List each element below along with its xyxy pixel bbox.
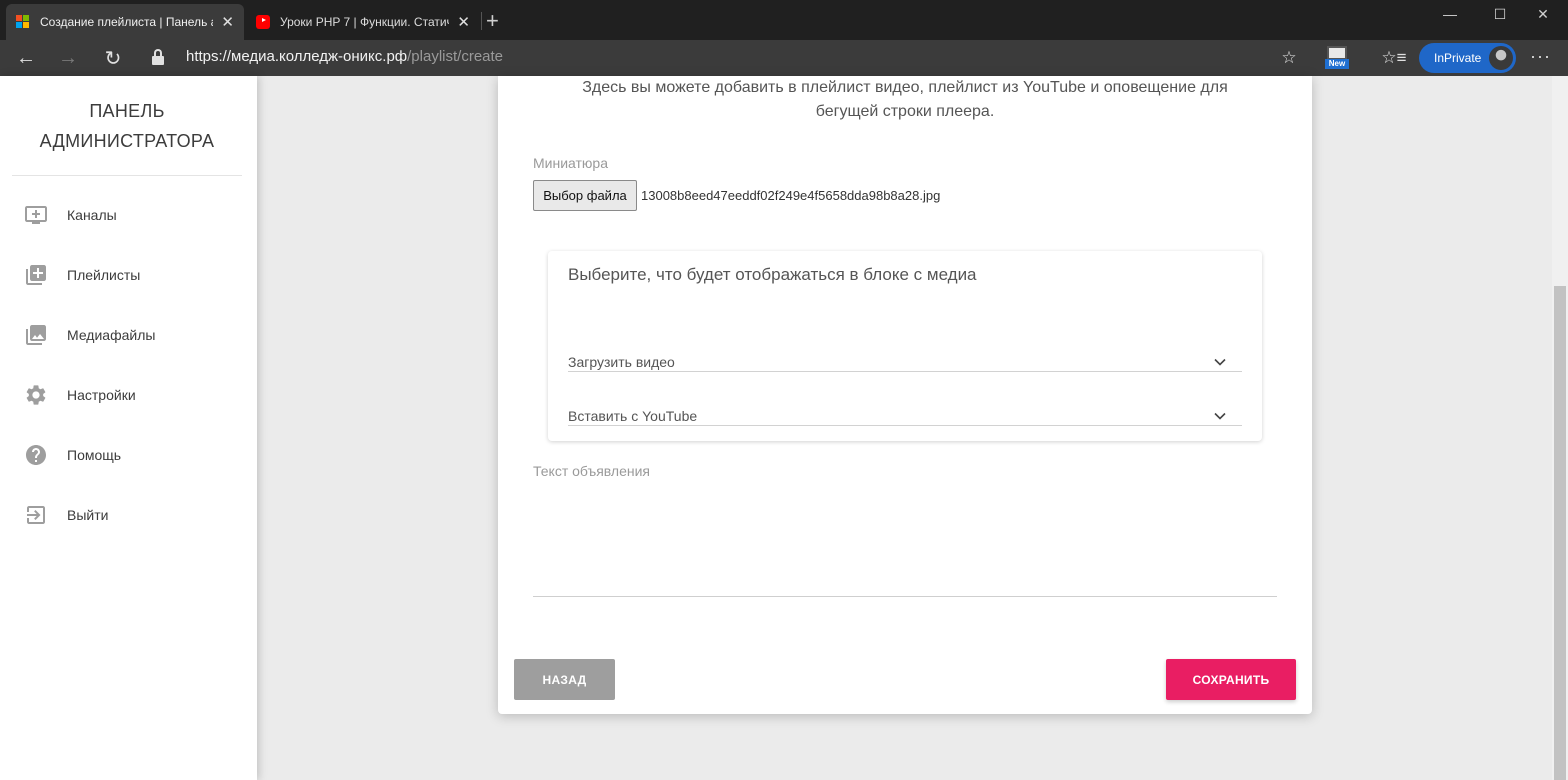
- brand-title: ПАНЕЛЬ АДМИНИСТРАТОРА: [12, 96, 242, 156]
- announcement-label: Текст объявления: [533, 463, 651, 479]
- page-content: ПАНЕЛЬ АДМИНИСТРАТОРА Каналы Плейлисты М…: [0, 76, 1568, 780]
- form-intro: Здесь вы можете добавить в плейлист виде…: [538, 76, 1272, 124]
- sidebar-item-label: Помощь: [67, 447, 122, 463]
- thumbnail-label: Миниатюра: [533, 155, 608, 171]
- scrollbar-thumb[interactable]: [1554, 286, 1566, 780]
- window-close-icon[interactable]: ✕: [1518, 0, 1568, 28]
- brand-line-2: АДМИНИСТРАТОРА: [39, 131, 215, 151]
- extension-new-icon[interactable]: New: [1325, 46, 1349, 70]
- sidebar-item-label: Медиафайлы: [67, 327, 156, 343]
- microsoft-logo-icon: [16, 15, 30, 29]
- tab-php-lessons[interactable]: Уроки PHP 7 | Функции. Статич ✕: [246, 4, 480, 40]
- url-scheme: https://: [186, 48, 232, 65]
- close-tab-icon[interactable]: ✕: [457, 13, 470, 31]
- help-icon: [26, 445, 46, 465]
- sidebar-item-help[interactable]: Помощь: [24, 440, 244, 470]
- brand-line-1: ПАНЕЛЬ: [89, 101, 165, 121]
- favorites-list-icon[interactable]: ☆≡: [1381, 45, 1406, 71]
- lock-icon[interactable]: [152, 49, 164, 65]
- avatar: [1489, 46, 1513, 70]
- sidebar-item-channels[interactable]: Каналы: [24, 200, 244, 230]
- intro-line-1: Здесь вы можете добавить в плейлист виде…: [582, 79, 1228, 96]
- close-tab-icon[interactable]: ✕: [221, 13, 234, 31]
- youtube-icon: [256, 15, 270, 29]
- chevron-down-icon: [1214, 358, 1226, 366]
- forward-arrow-icon[interactable]: →: [54, 44, 82, 72]
- tab-title: Уроки PHP 7 | Функции. Статич: [280, 15, 450, 29]
- page-scrollbar[interactable]: [1552, 76, 1568, 780]
- tab-create-playlist[interactable]: Создание плейлиста | Панель а ✕: [6, 4, 244, 40]
- more-menu-icon[interactable]: ···: [1530, 46, 1551, 67]
- new-tab-icon[interactable]: +: [486, 8, 499, 34]
- announcement-textarea[interactable]: [533, 596, 1277, 597]
- minimize-icon[interactable]: —: [1425, 0, 1475, 28]
- media-source-panel: Выберите, что будет отображаться в блоке…: [548, 251, 1262, 441]
- library-add-icon: [26, 265, 46, 285]
- save-button[interactable]: СОХРАНИТЬ: [1166, 659, 1296, 700]
- exit-icon: [27, 506, 45, 524]
- favorite-star-icon[interactable]: ☆: [1278, 45, 1300, 71]
- youtube-label: Вставить с YouTube: [568, 408, 698, 424]
- refresh-icon[interactable]: ↻: [99, 44, 127, 72]
- sidebar-item-media[interactable]: Медиафайлы: [24, 320, 244, 350]
- add-to-queue-icon: [25, 206, 47, 224]
- selected-file-name: 13008b8eed47eeddf02f249e4f5658dda98b8a28…: [641, 188, 941, 203]
- url-path: /playlist/create: [407, 48, 504, 65]
- media-panel-title: Выберите, что будет отображаться в блоке…: [568, 265, 977, 284]
- tab-title: Создание плейлиста | Панель а: [40, 15, 214, 29]
- sidebar-item-label: Каналы: [67, 207, 117, 223]
- gear-icon: [26, 385, 46, 405]
- intro-line-2: бегущей строки плеера.: [815, 103, 995, 120]
- sidebar-item-playlists[interactable]: Плейлисты: [24, 260, 244, 290]
- sidebar-item-label: Выйти: [67, 507, 109, 523]
- upload-video-label: Загрузить видео: [568, 354, 675, 370]
- photo-library-icon: [26, 325, 46, 345]
- sidebar-item-logout[interactable]: Выйти: [24, 500, 244, 530]
- sidebar-item-settings[interactable]: Настройки: [24, 380, 244, 410]
- inprivate-button[interactable]: InPrivate: [1419, 43, 1516, 73]
- back-button[interactable]: НАЗАД: [514, 659, 615, 700]
- url-field[interactable]: https://медиа.колледж-оникс.рф/playlist/…: [186, 48, 503, 65]
- browser-tab-bar: Создание плейлиста | Панель а ✕ Уроки PH…: [0, 0, 1568, 40]
- address-toolbar: ← → ↻ https://медиа.колледж-оникс.рф/pla…: [0, 40, 1568, 76]
- choose-file-button[interactable]: Выбор файла: [533, 180, 637, 211]
- divider: [12, 175, 242, 176]
- upload-video-select[interactable]: Загрузить видео: [568, 334, 1242, 372]
- playlist-form-card: Здесь вы можете добавить в плейлист виде…: [498, 76, 1312, 714]
- url-host: медиа.колледж-оникс.рф: [231, 48, 408, 65]
- youtube-select[interactable]: Вставить с YouTube: [568, 388, 1242, 426]
- sidebar-item-label: Настройки: [67, 387, 136, 403]
- inprivate-label: InPrivate: [1434, 51, 1482, 65]
- back-arrow-icon[interactable]: ←: [12, 44, 40, 72]
- sidebar: ПАНЕЛЬ АДМИНИСТРАТОРА Каналы Плейлисты М…: [0, 76, 257, 780]
- tab-divider: [481, 12, 482, 30]
- sidebar-item-label: Плейлисты: [67, 267, 141, 283]
- chevron-down-icon: [1214, 412, 1226, 420]
